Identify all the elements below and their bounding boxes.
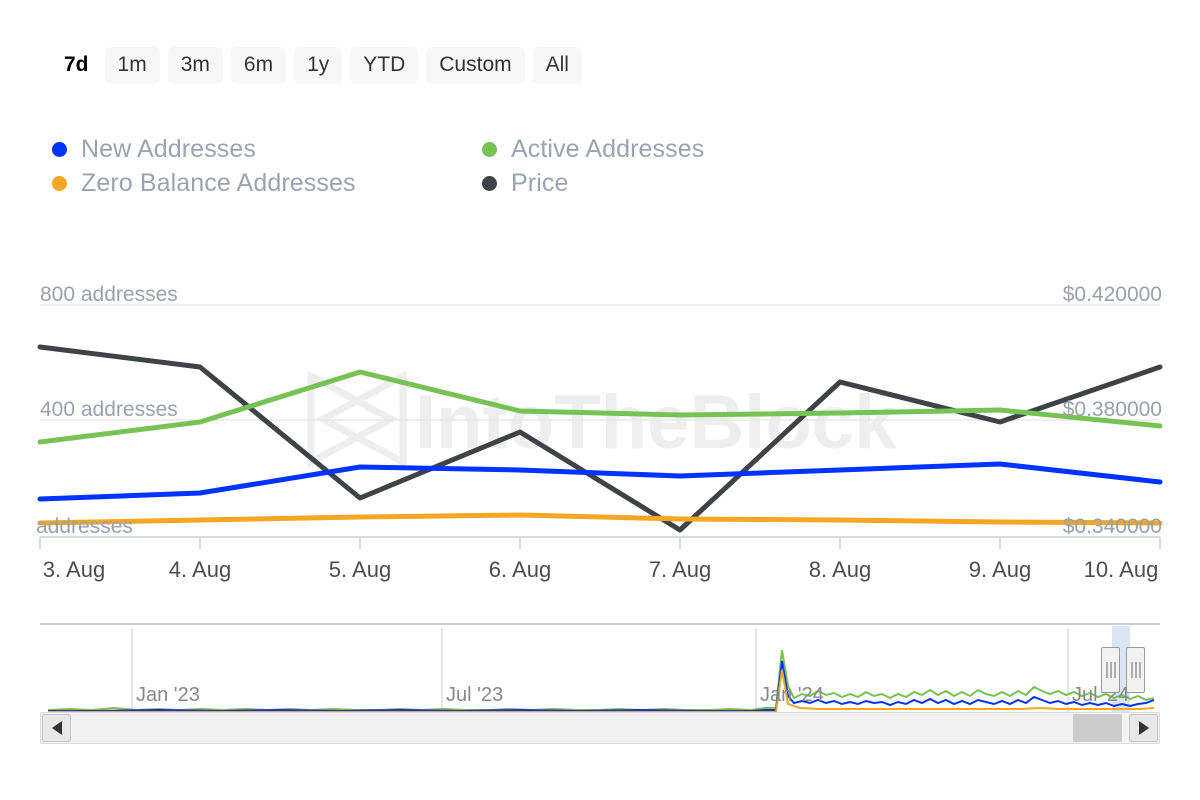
- chart-legend: New Addresses Active Addresses Zero Bala…: [52, 132, 812, 200]
- range-button-6m[interactable]: 6m: [231, 47, 286, 84]
- x-axis-label-5-aug: 5. Aug: [329, 557, 391, 583]
- range-button-3m[interactable]: 3m: [168, 47, 223, 84]
- chart-page: 7d 1m 3m 6m 1y YTD Custom All New Addres…: [0, 0, 1200, 800]
- legend-item-new-addresses[interactable]: New Addresses: [52, 132, 482, 166]
- legend-label-zero-balance-addresses: Zero Balance Addresses: [81, 169, 356, 198]
- y-axis-label-800: 800 addresses: [40, 283, 178, 307]
- range-button-all[interactable]: All: [533, 47, 582, 84]
- navigator-series-zero-balance-addresses: [48, 670, 1154, 712]
- x-axis-label-8-aug: 8. Aug: [809, 557, 871, 583]
- x-axis-label-4-aug: 4. Aug: [169, 557, 231, 583]
- navigator-handle-right[interactable]: [1126, 647, 1145, 693]
- legend-item-zero-balance-addresses[interactable]: Zero Balance Addresses: [52, 166, 482, 200]
- main-chart[interactable]: 800 addresses 400 addresses addresses $0…: [0, 270, 1200, 600]
- navigator-label-jan-24: Jan '24: [760, 684, 824, 707]
- arrow-right-icon: [1139, 721, 1149, 735]
- chart-plot-area: [0, 270, 1200, 600]
- series-line-price: [40, 347, 1160, 530]
- arrow-left-icon: [52, 721, 62, 735]
- legend-label-new-addresses: New Addresses: [81, 135, 256, 164]
- range-button-1m[interactable]: 1m: [105, 47, 160, 84]
- range-button-custom[interactable]: Custom: [426, 47, 524, 84]
- legend-item-price[interactable]: Price: [482, 166, 802, 200]
- legend-dot-icon-active-addresses: [482, 142, 497, 157]
- navigator-handle-left[interactable]: [1101, 647, 1120, 693]
- chart-navigator[interactable]: Jan '23 Jul '23 Jan '24 Jul '24: [40, 620, 1160, 715]
- navigator-series-active-addresses: [48, 650, 1154, 710]
- navigator-plot[interactable]: [40, 620, 1160, 715]
- y2-axis-label-042: $0.420000: [1063, 283, 1162, 307]
- x-axis-label-9-aug: 9. Aug: [969, 557, 1031, 583]
- legend-label-price: Price: [511, 169, 568, 198]
- scrollbar-right-button[interactable]: [1129, 714, 1158, 742]
- series-line-active-addresses: [40, 372, 1160, 442]
- x-axis-label-3-aug: 3. Aug: [43, 557, 105, 583]
- range-button-1y[interactable]: 1y: [294, 47, 342, 84]
- scrollbar-thumb[interactable]: [1073, 714, 1122, 742]
- y-axis-label-zero: addresses: [36, 515, 133, 539]
- legend-item-active-addresses[interactable]: Active Addresses: [482, 132, 802, 166]
- range-selector: 7d 1m 3m 6m 1y YTD Custom All: [56, 44, 582, 86]
- y2-axis-label-038: $0.380000: [1063, 398, 1162, 422]
- y-axis-label-400: 400 addresses: [40, 398, 178, 422]
- x-tick-marks: [40, 537, 1160, 549]
- series-line-zero-balance-addresses: [40, 515, 1160, 523]
- legend-dot-icon-new-addresses: [52, 142, 67, 157]
- scrollbar-left-button[interactable]: [42, 714, 71, 742]
- navigator-label-jan-23: Jan '23: [136, 684, 200, 707]
- navigator-label-jul-23: Jul '23: [446, 684, 503, 707]
- navigator-handle-left-grip-icon: [1110, 662, 1111, 678]
- chart-scrollbar[interactable]: [40, 712, 1160, 744]
- legend-dot-icon-price: [482, 176, 497, 191]
- x-axis-label-7-aug: 7. Aug: [649, 557, 711, 583]
- legend-dot-icon-zero-balance-addresses: [52, 176, 67, 191]
- range-button-7d[interactable]: 7d: [56, 47, 97, 84]
- navigator-handle-right-grip-icon: [1135, 662, 1136, 678]
- range-button-ytd[interactable]: YTD: [350, 47, 418, 84]
- legend-label-active-addresses: Active Addresses: [511, 135, 704, 164]
- x-axis-label-6-aug: 6. Aug: [489, 557, 551, 583]
- y2-axis-label-034: $0.340000: [1063, 515, 1162, 539]
- x-axis-label-10-aug: 10. Aug: [1084, 557, 1159, 583]
- navigator-series-new-addresses: [48, 661, 1154, 711]
